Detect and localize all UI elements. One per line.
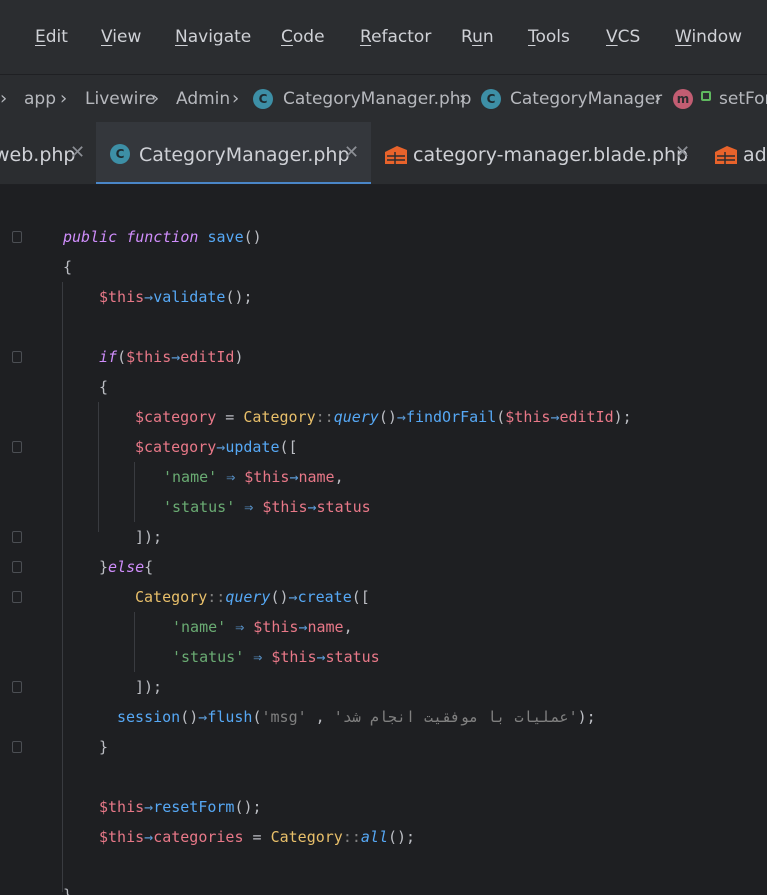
- breadcrumb-file[interactable]: CategoryManager.php: [283, 89, 471, 109]
- breadcrumb-class[interactable]: CategoryManager: [510, 89, 662, 109]
- blade-file-icon: [385, 146, 407, 164]
- menu-tools[interactable]: Tools: [528, 27, 570, 47]
- code-line: $this→resetForm();: [99, 798, 262, 816]
- tab-category-manager-blade[interactable]: category-manager.blade.php ✕: [371, 122, 701, 184]
- fold-marker-icon[interactable]: [12, 231, 22, 243]
- indent-guide: [134, 612, 135, 672]
- chevron-right-icon: ›: [152, 88, 160, 109]
- editor-gutter: [0, 185, 40, 895]
- php-class-icon: C: [253, 89, 273, 109]
- code-line: Category::query()→create([: [135, 588, 370, 606]
- menu-run[interactable]: Run: [461, 27, 494, 47]
- fold-marker-icon[interactable]: [12, 591, 22, 603]
- tab-label: CategoryManager.php: [139, 144, 350, 166]
- code-line: if($this→editId): [99, 348, 244, 366]
- code-line: $this→validate();: [99, 288, 253, 306]
- breadcrumb-livewire[interactable]: Livewire: [85, 89, 155, 109]
- fold-marker-icon[interactable]: [12, 351, 22, 363]
- method-icon: m: [673, 89, 693, 109]
- code-line: $this→categories = Category::all();: [99, 828, 416, 846]
- unlock-icon: [701, 91, 711, 101]
- code-line: 'name' ⇒ $this→name,: [163, 468, 344, 486]
- tab-categorymanager-php[interactable]: C CategoryManager.php ✕: [96, 122, 371, 184]
- fold-marker-icon[interactable]: [12, 741, 22, 753]
- menu-refactor[interactable]: Refactor: [360, 27, 431, 47]
- fold-marker-icon[interactable]: [12, 681, 22, 693]
- indent-guide: [62, 282, 63, 892]
- php-class-icon: C: [110, 144, 130, 164]
- tab-label: web.php: [0, 144, 76, 166]
- menu-window[interactable]: Window: [675, 27, 742, 47]
- tab-label: adm: [743, 144, 767, 166]
- code-line: $category = Category::query()→findOrFail…: [135, 408, 632, 426]
- code-line: 'status' ⇒ $this→status: [163, 498, 371, 516]
- chevron-right-icon: ›: [654, 88, 662, 109]
- chevron-right-icon: ›: [232, 88, 240, 109]
- close-icon[interactable]: ✕: [344, 142, 359, 163]
- menu-bar: Edit View Navigate Code Refactor Run Too…: [0, 0, 767, 74]
- menu-navigate[interactable]: Navigate: [175, 27, 251, 47]
- close-icon[interactable]: ✕: [675, 142, 690, 163]
- breadcrumb-app[interactable]: app: [24, 89, 56, 109]
- menu-vcs[interactable]: VCS: [606, 27, 640, 47]
- php-class-icon: C: [481, 89, 501, 109]
- code-line: }: [63, 886, 73, 895]
- code-line: {: [63, 258, 73, 276]
- fold-marker-icon[interactable]: [12, 441, 22, 453]
- tab-label: category-manager.blade.php: [413, 144, 689, 166]
- code-line: ]);: [135, 528, 163, 546]
- code-line: 'status' ⇒ $this→status: [172, 648, 380, 666]
- indent-guide: [134, 462, 135, 522]
- editor-tabs: web.php ✕ C CategoryManager.php ✕ catego…: [0, 122, 767, 185]
- indent-guide: [98, 402, 99, 532]
- breadcrumb-method[interactable]: setFor: [719, 89, 767, 109]
- menu-edit[interactable]: Edit: [35, 27, 68, 47]
- menu-view[interactable]: View: [101, 27, 141, 47]
- code-line: $category→update([: [135, 438, 298, 456]
- code-line: 'name' ⇒ $this→name,: [172, 618, 353, 636]
- breadcrumb: › app › Livewire › Admin › C CategoryMan…: [0, 74, 767, 123]
- code-line: }else{: [99, 558, 154, 576]
- code-editor[interactable]: public function save() { $this→validate(…: [0, 185, 767, 895]
- blade-file-icon: [715, 146, 737, 164]
- chevron-right-icon: ›: [459, 88, 467, 109]
- chevron-right-icon: ›: [60, 88, 68, 109]
- close-icon[interactable]: ✕: [70, 142, 85, 163]
- breadcrumb-admin[interactable]: Admin: [176, 89, 230, 109]
- tab-admin[interactable]: adm: [701, 122, 767, 184]
- tab-web-php[interactable]: web.php ✕: [0, 122, 96, 184]
- code-line: {: [99, 378, 109, 396]
- fold-marker-icon[interactable]: [12, 531, 22, 543]
- chevron-right-icon: ›: [0, 88, 8, 109]
- code-line: session()→flush('msg' , 'عملیات با موفقی…: [117, 708, 596, 726]
- code-line: ]);: [135, 678, 163, 696]
- code-line: public function save(): [63, 228, 262, 246]
- menu-code[interactable]: Code: [281, 27, 325, 47]
- fold-marker-icon[interactable]: [12, 561, 22, 573]
- code-line: }: [99, 738, 109, 756]
